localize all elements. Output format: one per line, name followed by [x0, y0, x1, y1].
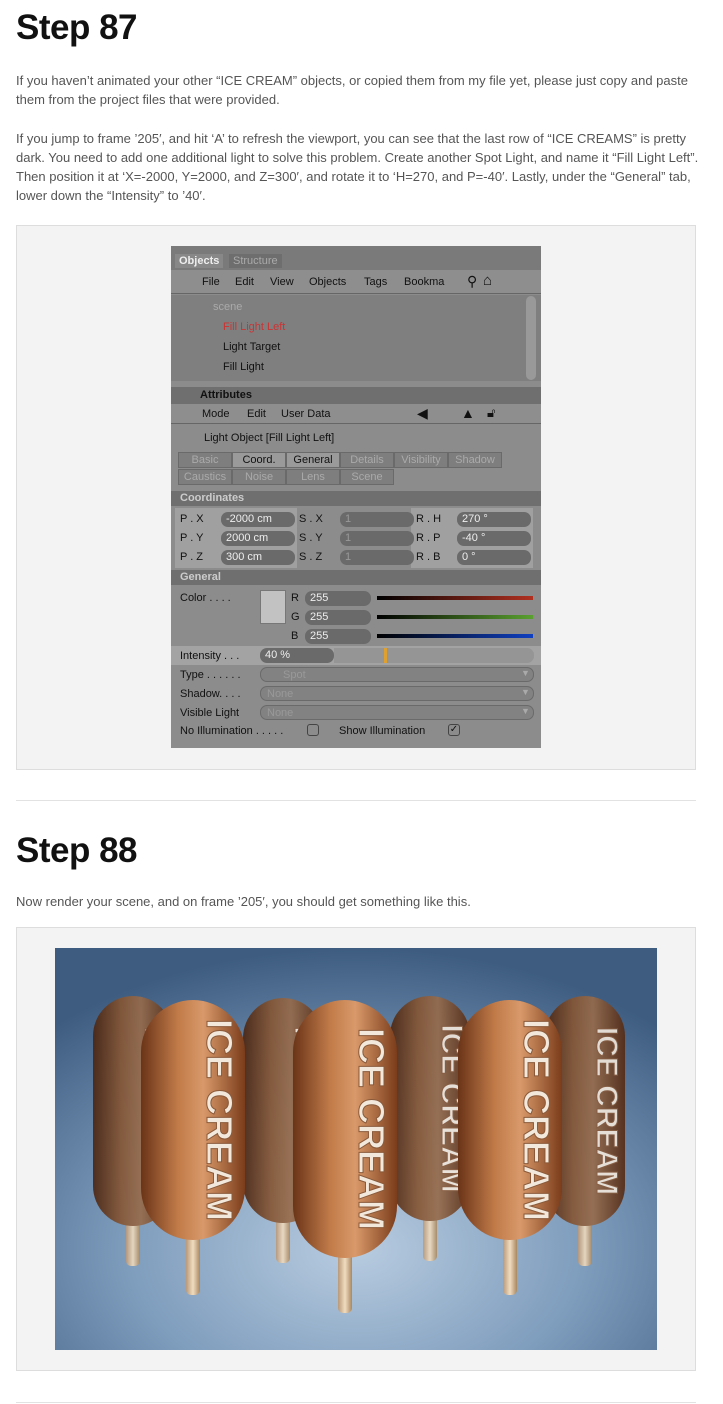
chevron-down-icon: ▼ [521, 687, 530, 697]
svg-text:ICE CREAM: ICE CREAM [199, 1019, 240, 1221]
menu-bookmarks[interactable]: Bookma [404, 276, 444, 288]
attr-tab-shadow[interactable]: Shadow [448, 452, 502, 468]
step-88-paragraph: Now render your scene, and on frame ’205… [16, 894, 471, 909]
pos-field-2[interactable]: 300 cm [221, 550, 295, 565]
rot-label-1: R . P [416, 532, 441, 544]
show-illumination-checkbox[interactable]: ✓ [448, 724, 460, 736]
tree-item-scene[interactable]: scene [213, 301, 242, 313]
tree-item-light-target[interactable]: Light Target [223, 341, 280, 353]
scale-label-1: S . Y [299, 532, 323, 544]
cinema4d-panel-screenshot: Objects Structure File Edit View Objects… [171, 246, 541, 748]
g-slider[interactable] [377, 615, 533, 619]
divider [16, 1402, 696, 1403]
b-slider[interactable] [377, 634, 533, 638]
attr-tab-lens[interactable]: Lens [286, 469, 340, 485]
pos-field-0[interactable]: -2000 cm [221, 512, 295, 527]
menu-file[interactable]: File [202, 276, 220, 288]
attr-menu-edit[interactable]: Edit [247, 408, 266, 420]
rot-label-2: R . B [416, 551, 441, 563]
back-arrow-icon[interactable]: ◀ [417, 405, 428, 422]
menu-view[interactable]: View [270, 276, 294, 288]
home-icon[interactable]: ⌂ [483, 272, 492, 289]
tree-scrollbar[interactable] [526, 296, 536, 380]
scale-label-0: S . X [299, 513, 323, 525]
type-label: Type . . . . . . [180, 669, 241, 681]
svg-text:ICE CREAM: ICE CREAM [590, 1027, 623, 1195]
pos-label-2: P . Z [180, 551, 204, 563]
attr-tab-noise[interactable]: Noise [232, 469, 286, 485]
up-arrow-icon[interactable]: ▲ [461, 405, 475, 421]
step-87-paragraph-2: If you jump to frame ’205′, and hit ‘A’ … [16, 131, 699, 203]
attr-tab-general[interactable]: General [286, 452, 340, 468]
tree-item-fill-light-left[interactable]: Fill Light Left [223, 321, 285, 333]
general-header: General [180, 571, 221, 583]
r-slider[interactable] [377, 596, 533, 600]
g-field[interactable]: 255 [305, 610, 371, 625]
lock-icon[interactable]: 🔓︎ [487, 405, 495, 421]
attr-tab-coord[interactable]: Coord. [232, 452, 286, 468]
pos-label-1: P . Y [180, 532, 204, 544]
step-87-title: Step 87 [16, 8, 138, 47]
pos-field-1[interactable]: 2000 cm [221, 531, 295, 546]
r-label: R [291, 592, 299, 604]
scale-label-2: S . Z [299, 551, 323, 563]
intensity-slider[interactable] [334, 648, 534, 663]
attributes-title: Attributes [200, 389, 252, 401]
no-illumination-label: No Illumination . . . . . [180, 725, 284, 737]
shadow-label: Shadow. . . . [180, 688, 241, 700]
step-87-paragraph-1: If you haven’t animated your other “ICE … [16, 73, 688, 107]
scale-field-0[interactable]: 1 [340, 512, 414, 527]
scale-field-2[interactable]: 1 [340, 550, 414, 565]
ice-cream-render-image: ICE CREAM ICE CREAMICE CREAM ICE CREAM ICE … [55, 948, 657, 1350]
color-swatch[interactable] [260, 590, 286, 624]
object-title: Light Object [Fill Light Left] [204, 432, 335, 444]
divider [16, 800, 696, 801]
menu-objects[interactable]: Objects [309, 276, 346, 288]
menu-tags[interactable]: Tags [364, 276, 387, 288]
type-dropdown[interactable]: Spot [260, 667, 534, 682]
r-field[interactable]: 255 [305, 591, 371, 606]
rot-field-1[interactable]: -40 ° [457, 531, 531, 546]
step-88-title: Step 88 [16, 831, 138, 870]
tree-item-fill-light[interactable]: Fill Light [223, 361, 264, 373]
attr-tab-scene[interactable]: Scene [340, 469, 394, 485]
shadow-dropdown[interactable]: None [260, 686, 534, 701]
visible-label: Visible Light [180, 707, 240, 719]
rot-field-2[interactable]: 0 ° [457, 550, 531, 565]
tab-structure[interactable]: Structure [229, 254, 282, 268]
intensity-field[interactable]: 40 % [260, 648, 334, 663]
g-label: G [291, 611, 300, 623]
chevron-down-icon: ▼ [521, 668, 530, 678]
attr-menu-user-data[interactable]: User Data [281, 408, 331, 420]
menu-edit[interactable]: Edit [235, 276, 254, 288]
color-label: Color . . . . [180, 592, 231, 604]
no-illumination-checkbox[interactable] [307, 724, 319, 736]
tab-objects[interactable]: Objects [175, 254, 224, 268]
attr-menu-mode[interactable]: Mode [202, 408, 230, 420]
attr-tab-details[interactable]: Details [340, 452, 394, 468]
b-field[interactable]: 255 [305, 629, 371, 644]
attr-tab-visibility[interactable]: Visibility [394, 452, 448, 468]
attr-tab-basic[interactable]: Basic [178, 452, 232, 468]
intensity-label: Intensity . . . [180, 650, 240, 662]
chevron-down-icon: ▼ [521, 706, 530, 716]
b-label: B [291, 630, 299, 642]
search-icon[interactable]: ⚲ [467, 273, 477, 290]
rot-field-0[interactable]: 270 ° [457, 512, 531, 527]
visible-dropdown[interactable]: None [260, 705, 534, 720]
show-illumination-label: Show Illumination [339, 725, 426, 737]
attr-tab-caustics[interactable]: Caustics [178, 469, 232, 485]
coordinates-header: Coordinates [180, 492, 245, 504]
pos-label-0: P . X [180, 513, 204, 525]
svg-text:ICE CREAM: ICE CREAM [516, 1019, 557, 1221]
intensity-slider-thumb[interactable] [384, 648, 388, 663]
scale-field-1[interactable]: 1 [340, 531, 414, 546]
svg-text:ICE CREAM: ICE CREAM [351, 1028, 392, 1230]
rot-label-0: R . H [416, 513, 442, 525]
